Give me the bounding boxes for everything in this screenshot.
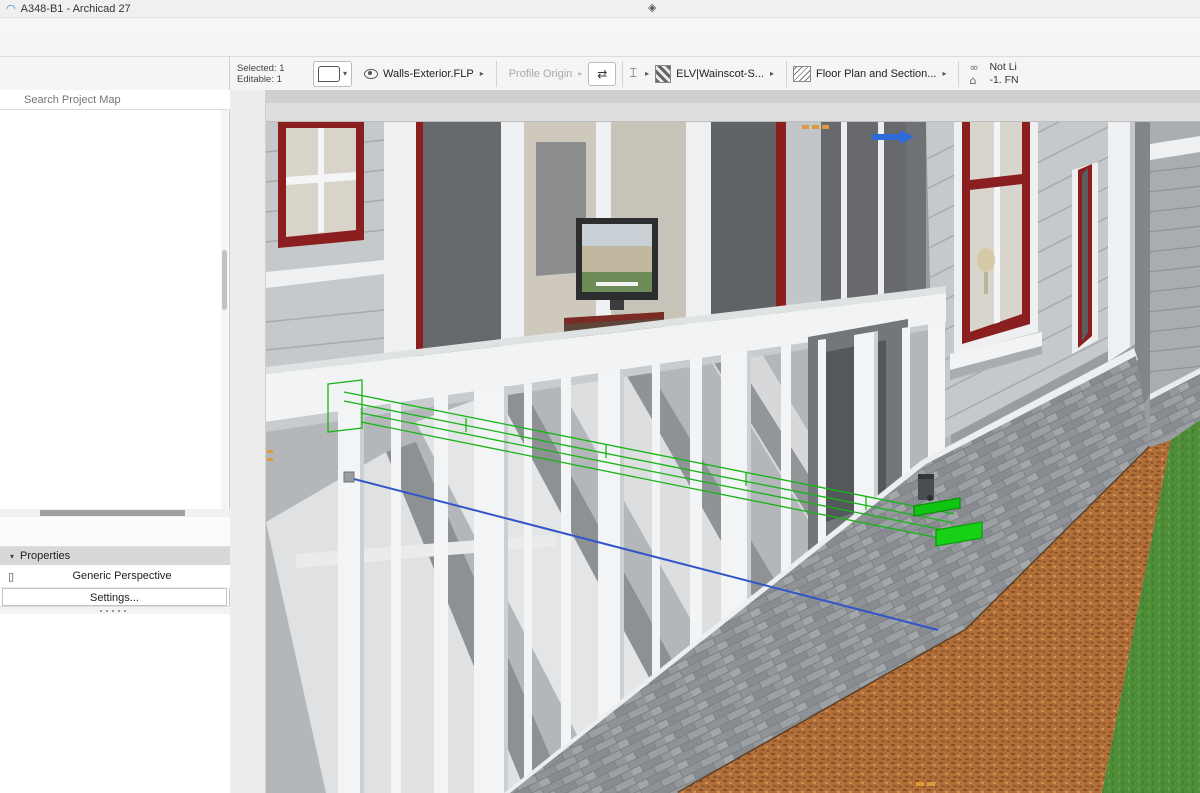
chevron-right-icon: ▸	[480, 69, 484, 78]
link-story-status: ∞Not Li ⌂-1. FN	[969, 61, 1018, 87]
editable-count: Editable: 1	[237, 74, 299, 85]
hatch-swatch-icon	[793, 66, 811, 82]
corner-red-window	[1072, 162, 1098, 354]
eye-icon	[364, 69, 378, 79]
properties-title: Properties	[20, 550, 70, 562]
profile-origin-control: Profile Origin ▸	[509, 68, 589, 80]
scrollbar-thumb[interactable]	[222, 250, 227, 310]
search-input[interactable]	[0, 90, 230, 110]
3d-scene	[266, 122, 1200, 793]
tree-vertical-scrollbar[interactable]	[221, 110, 228, 509]
project-map-tree	[0, 110, 222, 509]
layer-selector[interactable]: Walls-Exterior.FLP ▸	[364, 68, 490, 80]
chevron-down-icon: ▾	[343, 69, 347, 78]
title-bar: ◠ A348-B1 - Archicad 27 ◈	[0, 0, 1200, 18]
complex-profile-name: ELV|Wainscot-S...	[676, 68, 764, 80]
flip-button[interactable]: ⇄	[588, 62, 616, 86]
separator	[496, 61, 497, 87]
chevron-right-icon: ▸	[770, 69, 774, 78]
floor-plan-display-label: Floor Plan and Section...	[816, 68, 936, 80]
archicad-logo-icon: ◠	[6, 2, 16, 15]
separator	[958, 61, 959, 87]
scrollbar-thumb[interactable]	[40, 510, 185, 516]
settings-button[interactable]: Settings...	[2, 588, 227, 606]
menu-bar	[0, 18, 1200, 35]
3d-viewport[interactable]	[266, 122, 1200, 793]
selection-status: Selected: 1 Editable: 1	[237, 63, 299, 85]
profile-origin-label: Profile Origin	[509, 68, 573, 80]
properties-header[interactable]: ▾ Properties	[0, 547, 230, 565]
info-row: Selected: 1 Editable: 1 ▾ Walls-Exterior…	[0, 57, 1200, 91]
navigator-actions	[0, 517, 230, 547]
toolbox	[230, 90, 266, 793]
link-icon: ∞	[969, 61, 989, 74]
navigator-header	[0, 57, 230, 90]
current-view-row: ▯ Generic Perspective	[0, 565, 230, 588]
separator	[622, 61, 623, 87]
quick-options-bar	[0, 614, 230, 793]
profile-swatch-icon	[655, 65, 671, 83]
layer-name: Walls-Exterior.FLP	[383, 68, 474, 80]
window-title: A348-B1 - Archicad 27	[21, 3, 131, 15]
chevron-right-icon: ▸	[645, 69, 649, 78]
garage-wing	[1148, 122, 1200, 444]
tree-horizontal-scrollbar[interactable]	[0, 509, 230, 517]
tab-bar	[266, 103, 1200, 122]
separator	[786, 61, 787, 87]
main-toolbar	[0, 35, 1200, 57]
current-view-name: Generic Perspective	[14, 570, 230, 582]
selected-count: Selected: 1	[237, 63, 299, 74]
stylus-indicator-icon: ◈	[648, 1, 656, 14]
archicad-window: ◠ A348-B1 - Archicad 27 ◈ Selected: 1 Ed…	[0, 0, 1200, 793]
default-settings-button[interactable]: ▾	[313, 61, 352, 87]
link-status: Not Li	[989, 61, 1016, 74]
canvas-area	[266, 90, 1200, 793]
complex-profile-selector[interactable]: ELV|Wainscot-S... ▸	[655, 65, 780, 83]
collapse-icon: ▾	[10, 552, 14, 561]
column-profile-selector[interactable]: ⌶ ▸	[629, 66, 655, 81]
navigator-panel: ▾ Properties ▯ Generic Perspective Setti…	[0, 90, 230, 793]
wall-settings-icon	[318, 66, 340, 82]
floor-plan-display-selector[interactable]: Floor Plan and Section... ▸	[793, 66, 952, 82]
story-icon: ⌂	[969, 74, 989, 87]
chevron-right-icon: ▸	[578, 69, 582, 78]
home-story: -1. FN	[989, 74, 1018, 87]
info-box: Selected: 1 Editable: 1 ▾ Walls-Exterior…	[231, 57, 1200, 90]
chevron-right-icon: ▸	[942, 69, 946, 78]
tall-red-window	[950, 122, 1042, 380]
column-icon: ⌶	[629, 66, 637, 81]
